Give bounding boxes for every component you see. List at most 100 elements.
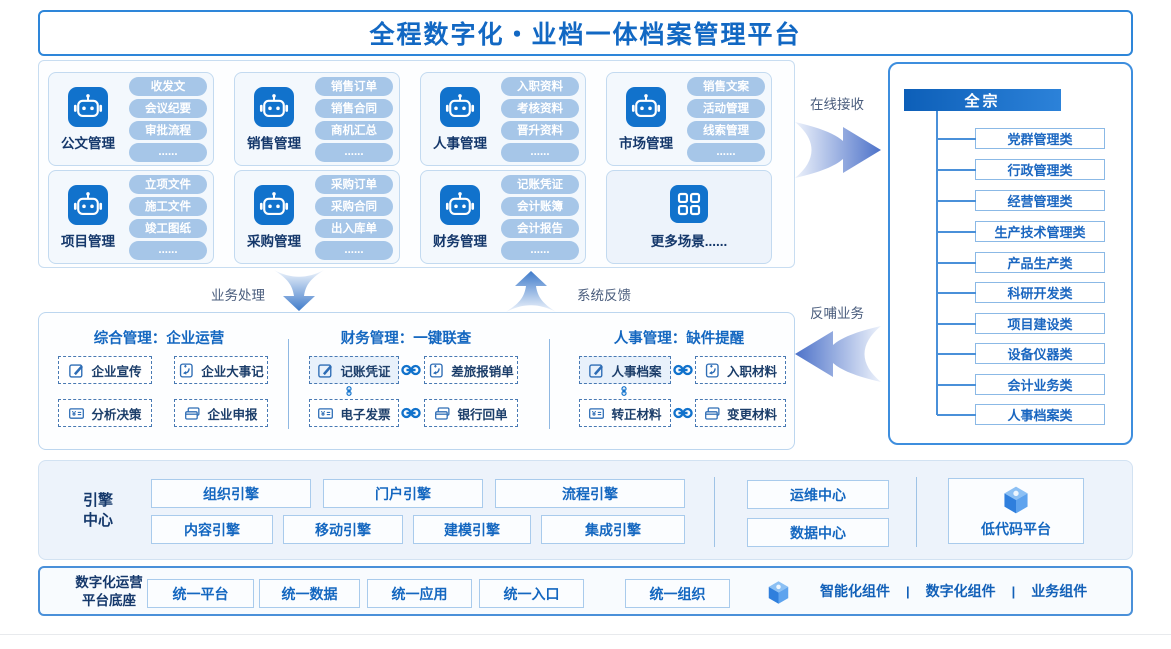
page-title: 全程数字化・业档一体档案管理平台 bbox=[369, 15, 801, 51]
scenario-box-label: 银行回单 bbox=[457, 404, 507, 423]
module-items: 入职资料 考核资料 晋升资料 ...... bbox=[501, 77, 579, 162]
archive-category: 行政管理类 bbox=[975, 159, 1105, 180]
module-item: 采购订单 bbox=[315, 175, 393, 194]
module-card-xiangmu: 项目管理 立项文件 施工文件 竣工图纸 ...... bbox=[48, 170, 214, 264]
link-icon bbox=[344, 386, 354, 396]
module-name: 采购管理 bbox=[247, 230, 301, 250]
link-icon bbox=[673, 363, 693, 377]
archive-root-header: 全宗 bbox=[904, 89, 1061, 111]
scenario-box: 企业申报 bbox=[174, 399, 268, 427]
more-scenarios-label: 更多场景...... bbox=[651, 230, 728, 250]
module-left: 市场管理 bbox=[607, 87, 685, 152]
link-icon bbox=[401, 406, 421, 420]
module-item: 线索管理 bbox=[687, 121, 765, 140]
component-label: 智能化组件 bbox=[820, 581, 890, 601]
scenario-box-label: 分析决策 bbox=[91, 404, 141, 423]
link-icon bbox=[673, 406, 693, 420]
edit-icon bbox=[588, 362, 605, 379]
invoice-icon bbox=[68, 405, 85, 422]
scenario-box: 电子发票 bbox=[309, 399, 399, 427]
module-card-xiaoshou: 销售管理 销售订单 销售合同 商机汇总 ...... bbox=[234, 72, 400, 166]
archive-category: 科研开发类 bbox=[975, 282, 1105, 303]
robot-icon bbox=[440, 87, 480, 127]
module-item: 活动管理 bbox=[687, 99, 765, 118]
scenario-box-label: 变更材料 bbox=[727, 404, 777, 423]
scenario-box-label: 转正材料 bbox=[611, 404, 661, 423]
robot-icon bbox=[68, 87, 108, 127]
module-name: 财务管理 bbox=[433, 230, 487, 250]
online-receive-arrow-icon bbox=[793, 118, 883, 182]
module-items: 销售文案 活动管理 线索管理 ...... bbox=[687, 77, 765, 162]
lowcode-platform-box: 低代码平台 bbox=[948, 478, 1084, 544]
scenario-box-label: 入职材料 bbox=[727, 361, 777, 380]
robot-icon bbox=[440, 185, 480, 225]
module-items: 采购订单 采购合同 出入库单 ...... bbox=[315, 175, 393, 260]
module-items: 记账凭证 会计账簿 会计报告 ...... bbox=[501, 175, 579, 260]
invoice-icon bbox=[588, 405, 605, 422]
components-separator: | bbox=[906, 584, 910, 599]
archive-platform-diagram: 全程数字化・业档一体档案管理平台 公文管理 收发文 会议纪要 审批流程 ....… bbox=[0, 0, 1171, 649]
scenario-box: 企业大事记 bbox=[174, 356, 268, 384]
module-item: ...... bbox=[315, 143, 393, 162]
engine-center-label: 引擎 中心 bbox=[63, 491, 133, 531]
page-bottom-divider bbox=[0, 634, 1171, 635]
components-row: 智能化组件 | 数字化组件 | 业务组件 bbox=[820, 568, 1087, 614]
engine-item: 移动引擎 bbox=[283, 515, 403, 544]
module-item: 晋升资料 bbox=[501, 121, 579, 140]
section-divider bbox=[288, 339, 289, 429]
module-left: 项目管理 bbox=[49, 185, 127, 250]
engine-divider bbox=[916, 477, 917, 547]
component-label: 数字化组件 bbox=[926, 581, 996, 601]
center-item: 运维中心 bbox=[747, 480, 889, 509]
doc-export-icon bbox=[704, 362, 721, 379]
flow-label-business-process: 业务处理 bbox=[211, 284, 265, 304]
archive-category: 会计业务类 bbox=[975, 374, 1105, 395]
module-items: 销售订单 销售合同 商机汇总 ...... bbox=[315, 77, 393, 162]
module-items: 收发文 会议纪要 审批流程 ...... bbox=[129, 77, 207, 162]
link-icon bbox=[401, 363, 421, 377]
lowcode-platform-label: 低代码平台 bbox=[981, 519, 1051, 539]
link-icon bbox=[619, 386, 629, 396]
unified-item: 统一入口 bbox=[479, 579, 584, 608]
feedback-business-arrow-icon bbox=[793, 322, 883, 386]
scenario-box: 企业宣传 bbox=[58, 356, 152, 384]
scenario-box: 入职材料 bbox=[695, 356, 786, 384]
module-item: ...... bbox=[315, 241, 393, 260]
section-divider bbox=[549, 339, 550, 429]
cube-icon bbox=[1000, 484, 1032, 516]
invoice-icon bbox=[317, 405, 334, 422]
archive-category: 项目建设类 bbox=[975, 313, 1105, 334]
module-item: 立项文件 bbox=[129, 175, 207, 194]
module-item: 商机汇总 bbox=[315, 121, 393, 140]
module-card-caigou: 采购管理 采购订单 采购合同 出入库单 ...... bbox=[234, 170, 400, 264]
module-left: 人事管理 bbox=[421, 87, 499, 152]
scenario-sections-panel: 综合管理：企业运营 企业宣传 企业大事记 分析决策 企业申报 财务管理：一键联查… bbox=[38, 312, 795, 450]
archive-tree-panel: 全宗 党群管理类 行政管理类 经营管理类 生产技术管理类 产品生产类 科研开发类… bbox=[888, 62, 1133, 445]
module-card-renshi: 人事管理 入职资料 考核资料 晋升资料 ...... bbox=[420, 72, 586, 166]
robot-icon bbox=[626, 87, 666, 127]
scenario-box-label: 记账凭证 bbox=[340, 361, 390, 380]
module-left: 财务管理 bbox=[421, 185, 499, 250]
module-item: 采购合同 bbox=[315, 197, 393, 216]
scenario-box-label: 企业大事记 bbox=[201, 361, 264, 380]
robot-icon bbox=[68, 185, 108, 225]
scenario-box: 差旅报销单 bbox=[424, 356, 518, 384]
module-item: 记账凭证 bbox=[501, 175, 579, 194]
module-item: 审批流程 bbox=[129, 121, 207, 140]
module-item: 竣工图纸 bbox=[129, 219, 207, 238]
module-item: 销售订单 bbox=[315, 77, 393, 96]
archive-category: 党群管理类 bbox=[975, 128, 1105, 149]
engine-center-panel: 引擎 中心 组织引擎 门户引擎 流程引擎 内容引擎 移动引擎 建模引擎 集成引擎… bbox=[38, 460, 1133, 560]
robot-icon bbox=[254, 185, 294, 225]
scenario-box: 记账凭证 bbox=[309, 356, 399, 384]
edit-icon bbox=[317, 362, 334, 379]
flow-label-online-receive: 在线接收 bbox=[810, 93, 864, 113]
module-left: 采购管理 bbox=[235, 185, 313, 250]
module-item: ...... bbox=[129, 241, 207, 260]
module-item: ...... bbox=[501, 241, 579, 260]
scenario-box: 银行回单 bbox=[424, 399, 518, 427]
system-feedback-arrow-icon bbox=[506, 270, 556, 312]
engine-label-line1: 引擎 bbox=[63, 491, 133, 511]
center-item: 数据中心 bbox=[747, 518, 889, 547]
archive-category: 设备仪器类 bbox=[975, 343, 1105, 364]
